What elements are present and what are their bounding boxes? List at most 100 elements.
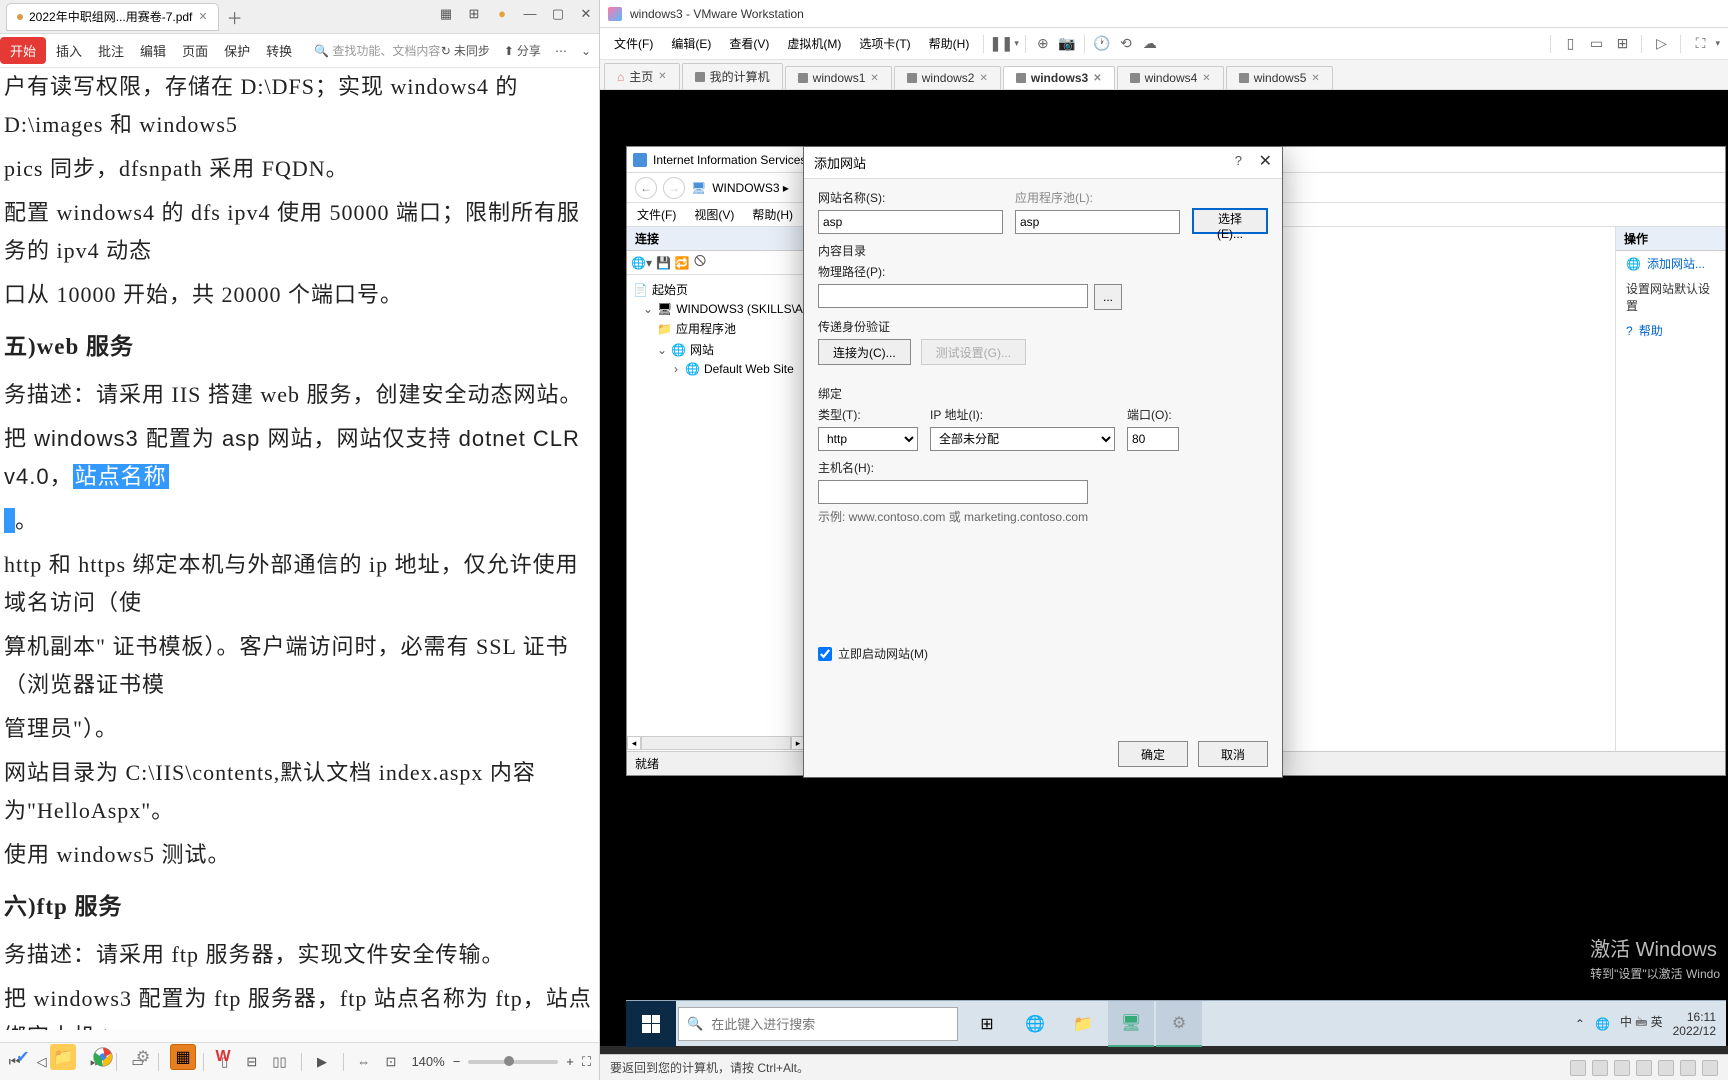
explorer-icon[interactable]: 📁 <box>1060 1001 1106 1047</box>
vmware-icon[interactable]: ▦ <box>170 1044 196 1070</box>
add-tab-button[interactable]: ＋ <box>227 5 243 29</box>
start-immediately-checkbox[interactable]: 立即启动网站(M) <box>818 645 1268 662</box>
hostname-input[interactable] <box>818 480 1088 504</box>
unity-icon[interactable]: ▷ <box>1650 33 1672 55</box>
chrome-icon[interactable] <box>90 1044 116 1070</box>
toolbar-protect[interactable]: 保护 <box>224 41 250 60</box>
scroll-left-icon[interactable]: ◂ <box>627 736 641 750</box>
close-icon[interactable]: ✕ <box>1093 73 1101 84</box>
tree-sites[interactable]: ⌄🌐网站 <box>629 339 802 360</box>
iis-taskbar-icon[interactable]: 🖥 <box>1108 1001 1154 1047</box>
close-icon[interactable]: ✕ <box>870 73 878 84</box>
start-button[interactable] <box>626 1001 676 1047</box>
search-placeholder[interactable]: 🔍 查找功能、文档内容 <box>314 42 440 59</box>
menu-view[interactable]: 查看(V) <box>721 32 777 55</box>
port-input[interactable] <box>1127 427 1179 451</box>
close-icon[interactable]: ✕ <box>1202 73 1210 84</box>
tab-windows2[interactable]: windows2✕ <box>894 66 1001 89</box>
pause-icon[interactable]: ❚❚ <box>990 33 1012 55</box>
physical-path-input[interactable] <box>818 284 1088 308</box>
type-select[interactable]: http <box>818 427 918 451</box>
action-add-website[interactable]: 🌐添加网站... <box>1616 251 1725 276</box>
revert-icon[interactable]: ⟲ <box>1115 33 1137 55</box>
grid-icon[interactable]: ⊞ <box>465 6 483 22</box>
explorer-icon[interactable]: 📁 <box>50 1044 76 1070</box>
device-icon[interactable] <box>1680 1060 1696 1076</box>
view2-icon[interactable]: ▭ <box>1585 33 1607 55</box>
fullscreen-icon[interactable]: ⛶ <box>1689 33 1711 55</box>
help-icon[interactable]: ? <box>1235 153 1242 168</box>
device-icon[interactable] <box>1702 1060 1718 1076</box>
browse-button[interactable]: ... <box>1094 284 1122 310</box>
tray-expand-icon[interactable]: ⌃ <box>1575 1017 1585 1031</box>
connections-tree[interactable]: 📄起始页 ⌄🖥WINDOWS3 (SKILLS\Admin 📁应用程序池 ⌄🌐网… <box>627 275 804 382</box>
more-icon[interactable]: ⋯ <box>555 44 567 58</box>
clock-time[interactable]: 16:11 <box>1673 1010 1716 1024</box>
settings-icon[interactable]: ⚙ <box>130 1044 156 1070</box>
network-icon[interactable]: 🌐 <box>1595 1017 1610 1031</box>
wps-icon[interactable]: W <box>210 1044 236 1070</box>
close-icon[interactable]: ✕ <box>658 71 666 82</box>
tree-default-site[interactable]: ›🌐Default Web Site <box>629 360 802 378</box>
collapse-icon[interactable]: ⌄ <box>657 343 667 357</box>
toolbar-edit[interactable]: 编辑 <box>140 41 166 60</box>
device-icon[interactable] <box>1636 1060 1652 1076</box>
stop-icon[interactable]: 🛇 <box>694 252 706 273</box>
menu-view[interactable]: 视图(V) <box>694 206 734 223</box>
site-name-input[interactable] <box>818 210 1003 234</box>
layout-icon[interactable]: ▦ <box>437 6 455 22</box>
breadcrumb-text[interactable]: WINDOWS3 ▸ <box>712 181 789 195</box>
toolbar-page[interactable]: 页面 <box>182 41 208 60</box>
view3-icon[interactable]: ⊞ <box>1611 33 1633 55</box>
maximize-icon[interactable]: ▢ <box>549 6 567 22</box>
ctrl-alt-del-icon[interactable]: ⊕ <box>1032 33 1054 55</box>
connect-as-button[interactable]: 连接为(C)... <box>818 339 911 365</box>
collapse-icon[interactable]: ⌄ <box>643 302 653 316</box>
snapshot-icon[interactable]: 📷 <box>1056 33 1078 55</box>
close-window-icon[interactable]: ✕ <box>577 6 595 22</box>
tab-mypc[interactable]: 我的计算机 <box>682 63 783 89</box>
device-icon[interactable] <box>1592 1060 1608 1076</box>
task-view-icon[interactable]: ⊞ <box>964 1001 1010 1047</box>
app-pool-input[interactable] <box>1015 210 1180 234</box>
checkbox-input[interactable] <box>818 647 832 661</box>
expand-icon[interactable]: ⌄ <box>581 44 591 58</box>
manage-icon[interactable]: ☁ <box>1139 33 1161 55</box>
menu-help[interactable]: 帮助(H) <box>921 32 978 55</box>
start-tab[interactable]: 开始 <box>0 37 46 64</box>
server-manager-icon[interactable]: ⚙ <box>1156 1001 1202 1047</box>
menu-edit[interactable]: 编辑(E) <box>663 32 719 55</box>
tab-home[interactable]: ⌂主页✕ <box>604 63 680 89</box>
toolbar-insert[interactable]: 插入 <box>56 41 82 60</box>
select-pool-button[interactable]: 选择(E)... <box>1192 208 1268 234</box>
cancel-button[interactable]: 取消 <box>1198 741 1268 767</box>
toolbar-convert[interactable]: 转换 <box>266 41 292 60</box>
toolbar-annotate[interactable]: 批注 <box>98 41 124 60</box>
device-icon[interactable] <box>1658 1060 1674 1076</box>
menu-file[interactable]: 文件(F) <box>637 206 676 223</box>
action-set-defaults[interactable]: 设置网站默认设置 <box>1616 276 1725 318</box>
menu-tabs[interactable]: 选项卡(T) <box>851 32 918 55</box>
tab-windows5[interactable]: windows5✕ <box>1226 66 1333 89</box>
tab-windows3[interactable]: windows3✕ <box>1003 66 1115 89</box>
view1-icon[interactable]: ▯ <box>1559 33 1581 55</box>
tree-server-node[interactable]: ⌄🖥WINDOWS3 (SKILLS\Admin <box>629 300 802 318</box>
avatar-icon[interactable]: ● <box>493 6 511 22</box>
forward-icon[interactable]: → <box>663 177 685 199</box>
expand-icon[interactable]: › <box>671 362 681 376</box>
tab-windows1[interactable]: windows1✕ <box>785 66 892 89</box>
refresh-icon[interactable]: 🔁 <box>675 256 690 270</box>
clock-date[interactable]: 2022/12 <box>1673 1024 1716 1038</box>
app-icon[interactable]: ✔ <box>10 1044 36 1070</box>
share-button[interactable]: ⬆ 分享 <box>504 42 541 59</box>
pdf-tab-active[interactable]: 2022年中职组网...用赛卷-7.pdf ✕ <box>6 3 219 31</box>
tree-scrollbar[interactable]: ◂ ▸ <box>627 735 805 751</box>
close-icon[interactable]: ✕ <box>979 73 987 84</box>
edge-icon[interactable]: 🌐 <box>1012 1001 1058 1047</box>
action-help[interactable]: ?帮助 <box>1616 318 1725 343</box>
menu-help[interactable]: 帮助(H) <box>752 206 793 223</box>
menu-file[interactable]: 文件(F) <box>606 32 661 55</box>
close-icon[interactable]: ✕ <box>1259 151 1272 171</box>
tab-windows4[interactable]: windows4✕ <box>1117 66 1224 89</box>
save-icon[interactable]: 💾 <box>656 256 671 270</box>
